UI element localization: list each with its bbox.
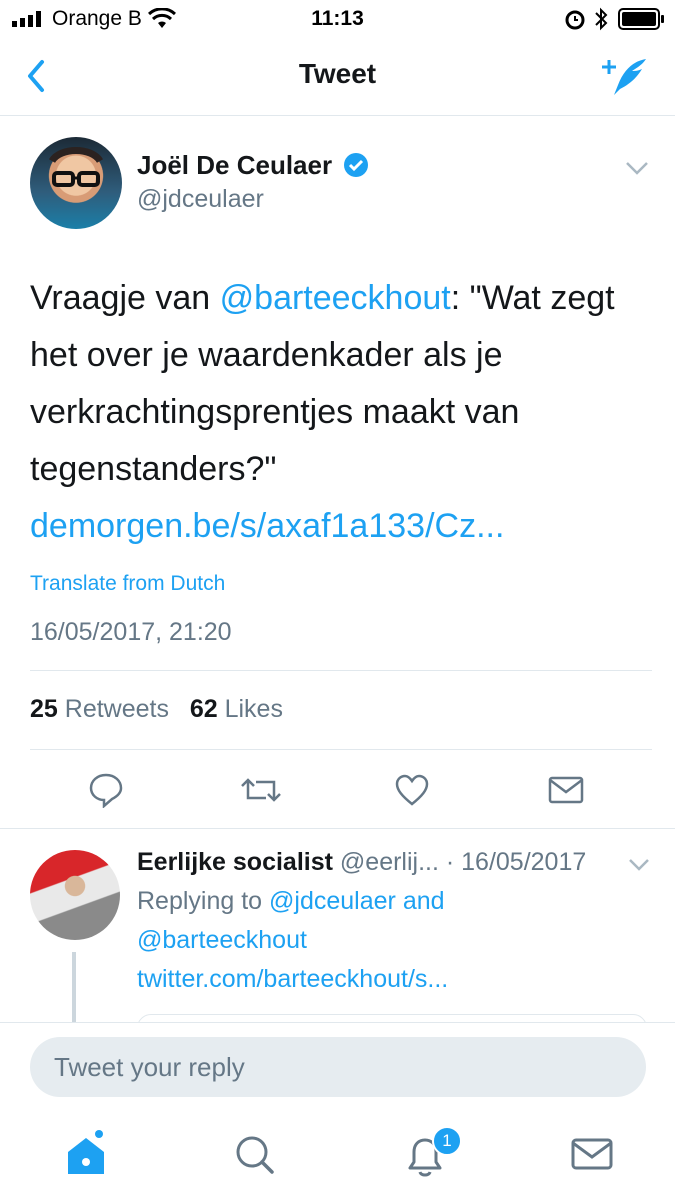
mention-link[interactable]: @barteeckhout: [220, 279, 451, 317]
status-bar: Orange B 11:13: [0, 0, 675, 40]
author-handle[interactable]: @jdceulaer: [137, 185, 264, 214]
notifications-badge: 1: [432, 1126, 462, 1156]
translate-link[interactable]: Translate from Dutch: [30, 572, 225, 596]
article-link[interactable]: demorgen.be/s/axaf1a133/Cz...: [30, 507, 504, 545]
glasses-graphic: [48, 147, 104, 187]
search-tab-icon[interactable]: [230, 1130, 280, 1180]
retweets-count: 25: [30, 695, 58, 723]
chevron-down-icon[interactable]: [625, 160, 649, 176]
replying-mention-1[interactable]: @jdceulaer: [269, 887, 396, 915]
reply-author-handle[interactable]: @eerlij...: [340, 848, 439, 876]
likes-stat[interactable]: 62 Likes: [190, 695, 283, 723]
nav-divider: [0, 115, 675, 116]
home-tab-icon[interactable]: [62, 1130, 112, 1180]
replying-prefix: Replying to: [137, 887, 270, 915]
replying-mention-2[interactable]: @barteeckhout: [137, 926, 307, 954]
tweet-stats: 25 Retweets 62 Likes: [30, 695, 283, 724]
stats-divider-top: [30, 670, 652, 671]
author-name-text[interactable]: Joël De Ceulaer: [137, 150, 332, 180]
battery-icon: [618, 8, 664, 30]
tweet-reply-input[interactable]: [30, 1037, 646, 1097]
stats-divider-bottom: [30, 749, 652, 750]
direct-message-icon[interactable]: [548, 776, 584, 804]
replying-and: and: [395, 887, 445, 915]
bluetooth-icon: [595, 7, 608, 31]
likes-label: Likes: [224, 695, 283, 723]
reply-author-name[interactable]: Eerlijke socialist: [137, 848, 333, 876]
tweet-text-prefix: Vraagje van: [30, 279, 220, 317]
like-heart-icon[interactable]: [394, 773, 430, 807]
author-name[interactable]: Joël De Ceulaer: [137, 150, 369, 181]
reply-date: · 16/05/2017: [445, 848, 587, 876]
reply-icon[interactable]: [88, 772, 124, 808]
reply-link[interactable]: twitter.com/barteeckhout/s...: [137, 965, 448, 993]
author-avatar[interactable]: [30, 137, 122, 229]
page-title: Tweet: [298, 58, 377, 89]
retweets-label: Retweets: [64, 695, 169, 723]
compose-tweet-icon[interactable]: [598, 55, 650, 97]
retweets-stat[interactable]: 25 Retweets: [30, 695, 169, 723]
thread-line: [72, 952, 76, 1022]
tweet-timestamp: 16/05/2017, 21:20: [30, 618, 232, 646]
reply-body: Replying to @jdceulaer and @barteeckhout…: [137, 882, 617, 999]
tweet-text: Vraagje van @barteeckhout: "Wat zegt het…: [30, 270, 650, 555]
alarm-icon: [565, 10, 585, 30]
reply-chevron-down-icon[interactable]: [628, 858, 650, 872]
reply-header: Eerlijke socialist @eerlij... · 16/05/20…: [137, 848, 586, 877]
likes-count: 62: [189, 695, 218, 723]
reply-author-avatar[interactable]: [30, 850, 120, 940]
retweet-icon[interactable]: [240, 774, 282, 806]
verified-badge-icon: [344, 153, 369, 177]
messages-tab-icon[interactable]: [568, 1130, 618, 1180]
actions-divider: [0, 828, 675, 829]
